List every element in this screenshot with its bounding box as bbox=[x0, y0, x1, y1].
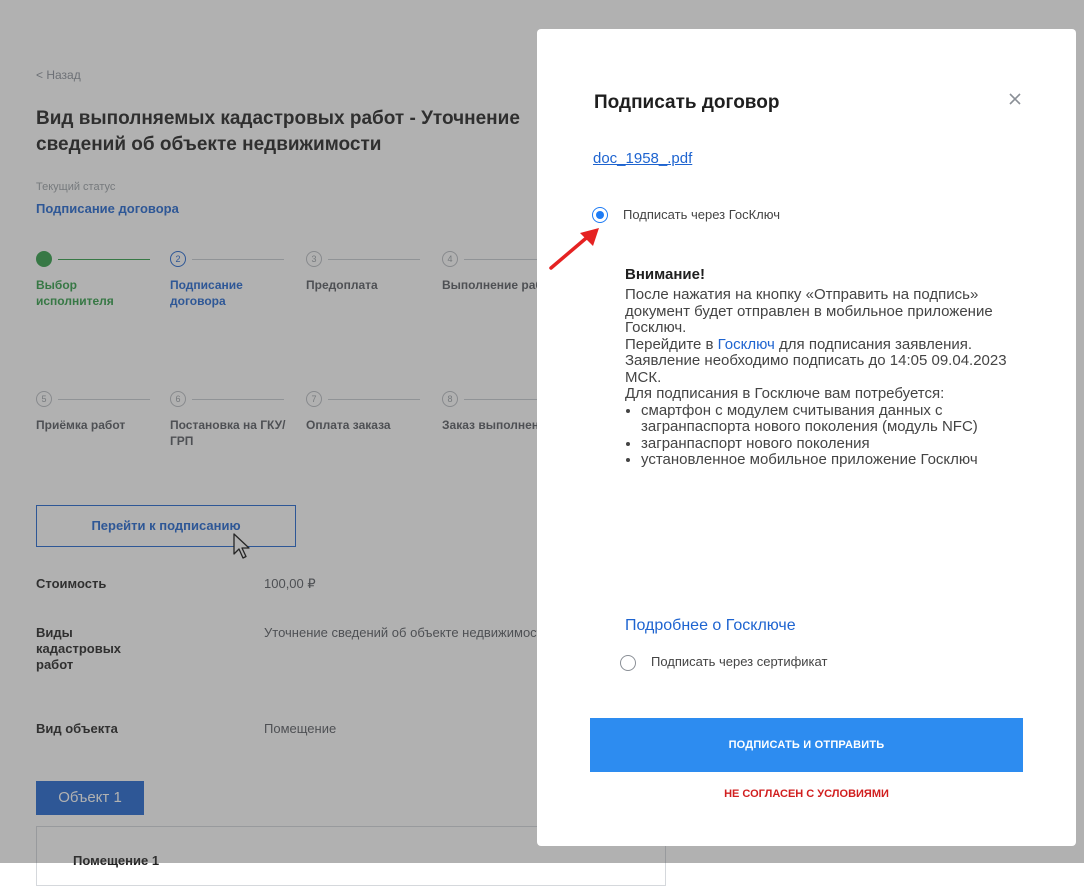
goskey-link[interactable]: Госключ bbox=[718, 336, 775, 353]
close-icon[interactable] bbox=[1006, 90, 1024, 108]
requirements-list: смартфон с модулем считывания данных с з… bbox=[625, 402, 1025, 469]
radio-goskey[interactable] bbox=[592, 207, 608, 223]
warning-paragraph: Перейдите в Госключ для подписания заявл… bbox=[625, 335, 1025, 387]
warning-text: После нажатия на кнопку «Отправить на по… bbox=[625, 286, 1025, 469]
decline-button[interactable]: НЕ СОГЛАСЕН С УСЛОВИЯМИ bbox=[590, 788, 1023, 800]
list-item: установленное мобильное приложение Госкл… bbox=[641, 451, 1025, 469]
annotation-arrow-icon bbox=[549, 228, 599, 270]
list-item: загранпаспорт нового поколения bbox=[641, 435, 1025, 453]
warning-title: Внимание! bbox=[625, 266, 705, 283]
warning-text-part: Перейдите в bbox=[625, 335, 718, 353]
warning-paragraph: После нажатия на кнопку «Отправить на по… bbox=[625, 286, 993, 336]
radio-certificate[interactable] bbox=[620, 655, 636, 671]
document-link[interactable]: doc_1958_.pdf bbox=[593, 150, 692, 167]
modal-title: Подписать договор bbox=[594, 92, 780, 113]
more-about-goskey-link[interactable]: Подробнее о Госключе bbox=[625, 617, 796, 635]
list-item: смартфон с модулем считывания данных с з… bbox=[641, 402, 1025, 436]
radio-certificate-label[interactable]: Подписать через сертификат bbox=[651, 654, 827, 669]
warning-paragraph: Для подписания в Госключе вам потребуетс… bbox=[625, 385, 945, 402]
sign-and-send-button[interactable]: ПОДПИСАТЬ И ОТПРАВИТЬ bbox=[590, 718, 1023, 772]
radio-goskey-label[interactable]: Подписать через ГосКлюч bbox=[623, 207, 780, 222]
sign-contract-modal: Подписать договор doc_1958_.pdf Подписат… bbox=[537, 29, 1076, 846]
